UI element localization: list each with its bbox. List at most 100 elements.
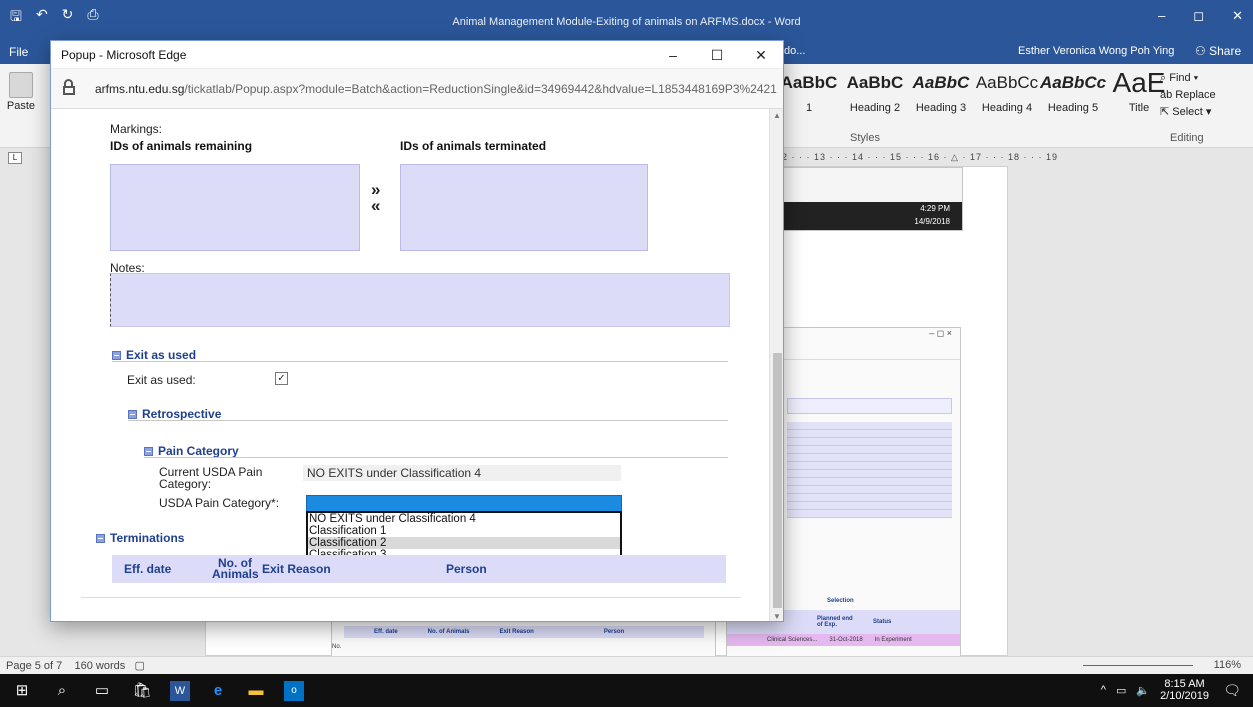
word-count[interactable]: 160 words <box>75 660 126 672</box>
zoom-slider[interactable] <box>1083 665 1193 666</box>
edge-popup-window: Popup - Microsoft Edge – ☐ ✕ arfms.ntu.e… <box>50 40 784 622</box>
find-button[interactable]: ⌕ Find ▾ <box>1160 70 1216 87</box>
exit-as-used-label: Exit as used: <box>127 373 196 387</box>
select-button[interactable]: ⇱ Select ▾ <box>1160 104 1216 121</box>
col-person: Person <box>446 562 487 576</box>
collapse-icon[interactable] <box>96 533 105 543</box>
search-icon[interactable]: ⌕ <box>52 681 72 701</box>
bottom-divider <box>81 597 741 598</box>
store-icon[interactable]: 🛍 <box>132 681 152 701</box>
usda-option[interactable]: NO EXITS under Classification 4 <box>308 513 620 525</box>
ids-terminated-listbox[interactable] <box>400 164 648 251</box>
style-sample: AaBbC <box>846 73 904 92</box>
popup-close-icon[interactable]: ✕ <box>739 41 783 69</box>
move-left-button[interactable]: « <box>371 197 380 214</box>
tab-selector[interactable]: L <box>8 152 22 164</box>
notes-textarea[interactable] <box>110 273 730 327</box>
share-label: Share <box>1209 44 1242 58</box>
section-divider <box>128 420 728 421</box>
word-minimize-icon[interactable]: – <box>1158 8 1165 24</box>
ruler-marks: 2 · · · 13 · · · 14 · · · 15 · · · 16 · … <box>782 152 1058 162</box>
url-host: arfms.ntu.edu.sg <box>95 82 185 96</box>
popup-url[interactable]: arfms.ntu.edu.sg/tickatlab/Popup.aspx?mo… <box>95 82 777 96</box>
tray-chevron-icon[interactable]: ^ <box>1101 684 1106 696</box>
embedded-row <box>787 454 952 462</box>
ids-remaining-listbox[interactable] <box>110 164 360 251</box>
embedded-in-experiment: In Experiment <box>874 637 912 643</box>
system-clock[interactable]: 8:15 AM 2/10/2019 <box>1160 678 1209 702</box>
paste-button[interactable]: Paste <box>4 72 38 112</box>
style-heading-4[interactable]: AaBbCc Heading 4 <box>974 70 1040 114</box>
markings-label: Markings: <box>110 122 163 136</box>
clock-date: 2/10/2019 <box>1160 690 1209 702</box>
pain-category-section-header[interactable]: Pain Category <box>144 444 239 458</box>
usda-option-highlighted[interactable]: Classification 2 <box>308 537 620 549</box>
terminations-section-header[interactable]: Terminations <box>96 531 184 545</box>
style-sample: AaBbCc <box>975 73 1039 92</box>
exit-as-used-section-header[interactable]: Exit as used <box>112 348 196 362</box>
scrollbar-thumb[interactable] <box>773 353 782 608</box>
popup-title-bar: Popup - Microsoft Edge – ☐ ✕ <box>51 41 783 69</box>
word-close-icon[interactable]: ✕ <box>1232 8 1243 24</box>
editing-group: ⌕ Find ▾ ab Replace ⇱ Select ▾ <box>1160 70 1216 121</box>
scroll-down-icon[interactable]: ▼ <box>773 612 781 621</box>
section-divider <box>112 361 728 362</box>
word-maximize-icon[interactable]: ◻ <box>1193 8 1204 24</box>
share-icon: ⚇ <box>1195 44 1206 58</box>
col-exit-reason: Exit Reason <box>262 562 331 576</box>
usda-pain-category-select[interactable] <box>306 495 622 511</box>
page-count[interactable]: Page 5 of 7 <box>6 660 62 672</box>
scroll-up-icon[interactable]: ▲ <box>773 111 781 120</box>
embedded-time: 4:29 PM <box>920 204 950 213</box>
embedded-row <box>787 470 952 478</box>
style-heading-2[interactable]: AaBbC Heading 2 <box>842 70 908 114</box>
col-no-animals-line2: Animals <box>212 567 259 581</box>
popup-address-bar: arfms.ntu.edu.sg/tickatlab/Popup.aspx?mo… <box>51 69 783 109</box>
editing-group-label: Editing <box>1170 132 1204 144</box>
popup-scrollbar[interactable]: ▲ ▼ <box>769 109 783 621</box>
task-view-icon[interactable]: ▭ <box>92 681 112 701</box>
share-button[interactable]: ⚇ Share <box>1195 44 1241 58</box>
exit-as-used-checkbox[interactable]: ✓ <box>275 372 288 385</box>
collapse-icon[interactable] <box>112 350 121 360</box>
word-status-bar: Page 5 of 7 160 words ▢ 116% <box>0 656 1253 674</box>
embedded-planned: Planned end of Exp. <box>817 616 853 628</box>
windows-start-icon[interactable]: ⊞ <box>12 681 32 701</box>
system-tray: ^ ▭ 🔈 8:15 AM 2/10/2019 <box>1101 678 1209 702</box>
replace-button[interactable]: ab Replace <box>1160 87 1216 104</box>
edge-icon[interactable]: e <box>208 681 228 701</box>
file-explorer-icon[interactable]: ▬ <box>246 681 266 701</box>
embedded-planned-date: 31-Oct-2018 <box>829 637 863 643</box>
battery-icon[interactable]: ▭ <box>1116 684 1126 697</box>
embedded-list <box>787 422 952 518</box>
word-app-icon[interactable]: W <box>170 681 190 701</box>
outlook-icon[interactable]: o <box>284 681 304 701</box>
style-heading-5[interactable]: AaBbCc Heading 5 <box>1040 70 1106 114</box>
style-heading-1[interactable]: AaBbC 1 <box>776 70 842 114</box>
tell-me-box[interactable]: do... <box>784 45 805 57</box>
popup-minimize-icon[interactable]: – <box>651 41 695 69</box>
embedded-exit-reason: Exit Reason <box>499 629 534 635</box>
embedded-screenshot-1: 4:29 PM 14/9/2018 <box>781 167 963 231</box>
ids-terminated-header: IDs of animals terminated <box>400 139 547 153</box>
collapse-icon[interactable] <box>128 409 137 419</box>
style-heading-3[interactable]: AaBbC Heading 3 <box>908 70 974 114</box>
embedded-no-prefix: No. <box>332 644 342 650</box>
notification-icon[interactable]: 🗨 <box>1223 682 1241 699</box>
volume-icon[interactable]: 🔈 <box>1136 684 1150 697</box>
section-divider <box>144 457 728 458</box>
retrospective-section-header[interactable]: Retrospective <box>128 407 221 421</box>
lock-icon[interactable] <box>63 79 75 95</box>
embedded-row <box>787 478 952 486</box>
usda-option[interactable]: Classification 1 <box>308 525 620 537</box>
paste-label: Paste <box>6 100 36 112</box>
zoom-level[interactable]: 116% <box>1214 659 1241 671</box>
status-left: Page 5 of 7 160 words ▢ <box>6 659 145 672</box>
popup-maximize-icon[interactable]: ☐ <box>695 41 739 69</box>
user-name[interactable]: Esther Veronica Wong Poh Ying <box>1018 45 1174 57</box>
url-path: /tickatlab/Popup.aspx?module=Batch&actio… <box>184 82 777 96</box>
file-tab[interactable]: File <box>9 45 28 59</box>
proofing-icon[interactable]: ▢ <box>134 660 144 672</box>
collapse-icon[interactable] <box>144 446 153 456</box>
embedded-row <box>787 462 952 470</box>
